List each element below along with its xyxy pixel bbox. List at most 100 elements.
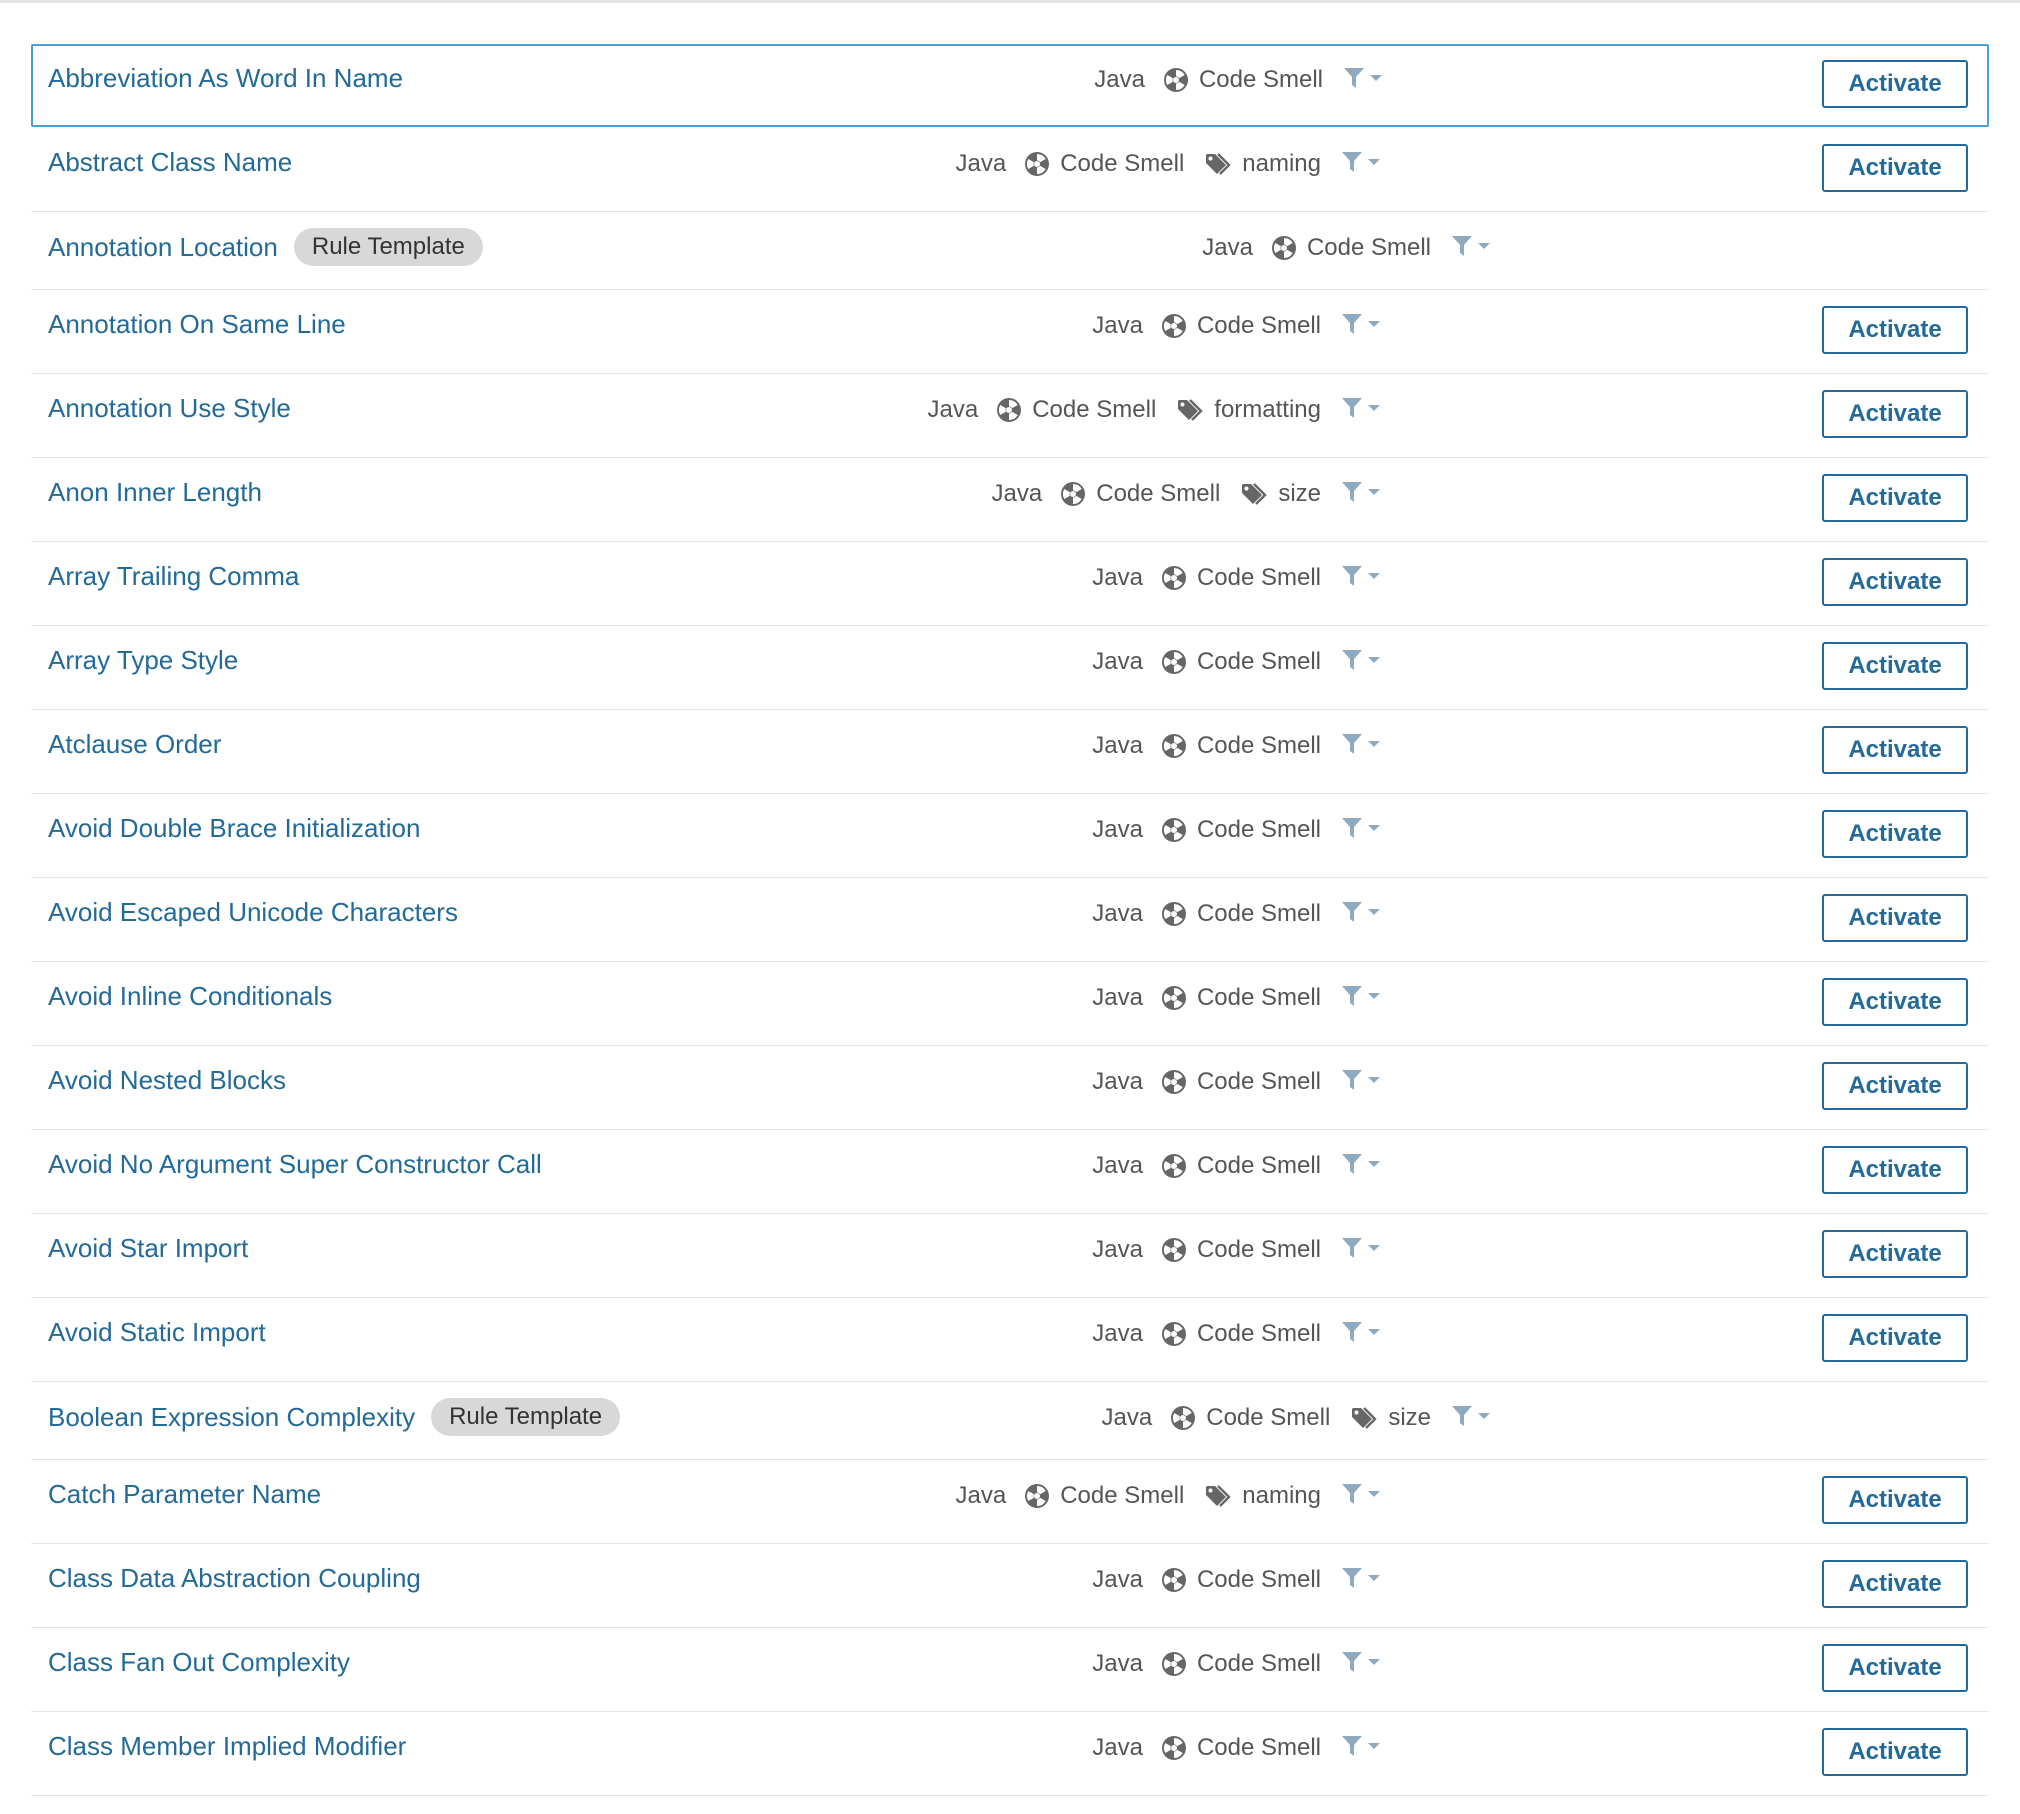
similar-rules-filter-button[interactable] [1341, 1068, 1381, 1092]
rule-title-link[interactable]: Class Member Implied Modifier [48, 1728, 406, 1764]
activate-button[interactable]: Activate [1822, 1560, 1968, 1608]
activate-button[interactable]: Activate [1822, 474, 1968, 522]
filter-icon [1341, 564, 1363, 588]
rule-row[interactable]: Array Trailing Comma Java Code Smell Activa… [31, 542, 1989, 626]
rule-row[interactable]: Abbreviation As Word In Name Java Code Sme… [31, 44, 1989, 127]
rule-title-link[interactable]: Avoid Escaped Unicode Characters [48, 894, 458, 930]
rule-row[interactable]: Annotation On Same Line Java Code Smell Act… [31, 290, 1989, 374]
activate-button[interactable]: Activate [1822, 978, 1968, 1026]
rule-meta: Java Code Smell [1092, 816, 1321, 844]
rule-row[interactable]: Catch Parameter Name Java Code Smell naming… [31, 1460, 1989, 1544]
similar-rules-filter-button[interactable] [1343, 66, 1383, 90]
activate-button[interactable]: Activate [1822, 1728, 1968, 1776]
rule-title-link[interactable]: Boolean Expression Complexity [48, 1399, 415, 1435]
rule-title-link[interactable]: Array Type Style [48, 642, 238, 678]
similar-rules-filter-button[interactable] [1341, 984, 1381, 1008]
rule-row[interactable]: Boolean Expression Complexity Rule Templa… [31, 1382, 1989, 1460]
rule-title-link[interactable]: Avoid No Argument Super Constructor Call [48, 1146, 542, 1182]
rule-title-link[interactable]: Annotation Location [48, 229, 278, 265]
activate-button[interactable]: Activate [1822, 144, 1968, 192]
activate-button[interactable]: Activate [1822, 726, 1968, 774]
rule-tag[interactable]: naming [1242, 1482, 1321, 1510]
activate-button[interactable]: Activate [1822, 1314, 1968, 1362]
rule-title-link[interactable]: Abbreviation As Word In Name [48, 60, 403, 96]
similar-rules-filter-button[interactable] [1341, 564, 1381, 588]
similar-rules-filter-button[interactable] [1341, 150, 1381, 174]
similar-rules-filter-button[interactable] [1341, 732, 1381, 756]
activate-button[interactable]: Activate [1822, 642, 1968, 690]
rule-row[interactable]: Anon Inner Length Java Code Smell size Activ… [31, 458, 1989, 542]
activate-button[interactable]: Activate [1822, 60, 1968, 108]
rule-title-link[interactable]: Catch Parameter Name [48, 1476, 321, 1512]
similar-rules-filter-button[interactable] [1341, 648, 1381, 672]
rule-row[interactable]: Abstract Class Name Java Code Smell naming A… [31, 128, 1989, 212]
similar-rules-filter-button[interactable] [1341, 396, 1381, 420]
activate-button[interactable]: Activate [1822, 894, 1968, 942]
rule-title-link[interactable]: Atclause Order [48, 726, 221, 762]
rule-title-link[interactable]: Avoid Star Import [48, 1230, 248, 1266]
activate-button[interactable]: Activate [1822, 390, 1968, 438]
rule-row[interactable]: Array Type Style Java Code Smell Activate [31, 626, 1989, 710]
activate-button[interactable]: Activate [1822, 1230, 1968, 1278]
activate-button[interactable]: Activate [1822, 1062, 1968, 1110]
rule-row[interactable]: Avoid Star Import Java Code Smell Activate [31, 1214, 1989, 1298]
rule-title-link[interactable]: Abstract Class Name [48, 144, 292, 180]
rule-meta: Java Code Smell size [992, 480, 1321, 508]
chevron-down-icon [1367, 488, 1381, 496]
rule-row[interactable]: Avoid Static Import Java Code Smell Activat… [31, 1298, 1989, 1382]
rule-row[interactable]: Avoid No Argument Super Constructor Call… [31, 1130, 1989, 1214]
rule-tag[interactable]: naming [1242, 150, 1321, 178]
rule-language: Java [1092, 1068, 1143, 1095]
rule-title-link[interactable]: Annotation Use Style [48, 390, 291, 426]
rule-row[interactable]: Annotation Location Rule Template Java Code… [31, 212, 1989, 290]
chevron-down-icon [1477, 242, 1491, 250]
rule-row[interactable]: Class Data Abstraction Coupling Java Code … [31, 1544, 1989, 1628]
similar-rules-filter-button[interactable] [1451, 1404, 1491, 1428]
rule-title-link[interactable]: Avoid Inline Conditionals [48, 978, 332, 1014]
filter-icon [1341, 1482, 1363, 1506]
rule-meta: Java Code Smell [1092, 984, 1321, 1012]
rule-row[interactable]: Class Member Implied Modifier Java Code Sm… [31, 1712, 1989, 1796]
similar-rules-filter-button[interactable] [1341, 1650, 1381, 1674]
rule-row[interactable]: Avoid Nested Blocks Java Code Smell Activat… [31, 1046, 1989, 1130]
rule-title-link[interactable]: Avoid Double Brace Initialization [48, 810, 420, 846]
rule-tag[interactable]: size [1278, 480, 1321, 508]
rule-row[interactable]: Atclause Order Java Code Smell Activate [31, 710, 1989, 794]
activate-button[interactable]: Activate [1822, 1146, 1968, 1194]
activate-button[interactable]: Activate [1822, 810, 1968, 858]
activate-button[interactable]: Activate [1822, 1476, 1968, 1524]
rule-type: Code Smell [1196, 1320, 1321, 1347]
rule-row[interactable]: Avoid Double Brace Initialization Java Cod… [31, 794, 1989, 878]
rule-title-link[interactable]: Array Trailing Comma [48, 558, 299, 594]
rule-meta: Java Code Smell [1092, 312, 1321, 340]
activate-button[interactable]: Activate [1822, 558, 1968, 606]
similar-rules-filter-button[interactable] [1341, 312, 1381, 336]
rule-title-link[interactable]: Avoid Nested Blocks [48, 1062, 286, 1098]
rule-tag[interactable]: formatting [1214, 396, 1321, 424]
rule-title-link[interactable]: Anon Inner Length [48, 474, 262, 510]
similar-rules-filter-button[interactable] [1341, 1566, 1381, 1590]
code-smell-icon [1161, 649, 1187, 675]
rule-row[interactable]: Avoid Escaped Unicode Characters Java Code… [31, 878, 1989, 962]
rule-row[interactable]: Class Fan Out Complexity Java Code Smell Ac… [31, 1628, 1989, 1712]
activate-button[interactable]: Activate [1822, 1644, 1968, 1692]
similar-rules-filter-button[interactable] [1341, 900, 1381, 924]
code-smell-icon [1161, 565, 1187, 591]
rule-row[interactable]: Annotation Use Style Java Code Smell format… [31, 374, 1989, 458]
filter-icon [1451, 234, 1473, 258]
similar-rules-filter-button[interactable] [1451, 234, 1491, 258]
rule-title-link[interactable]: Annotation On Same Line [48, 306, 346, 342]
rule-title-link[interactable]: Class Data Abstraction Coupling [48, 1560, 421, 1596]
rule-tag[interactable]: size [1388, 1404, 1431, 1432]
rule-title-link[interactable]: Avoid Static Import [48, 1314, 266, 1350]
rule-row[interactable]: Avoid Inline Conditionals Java Code Smell A… [31, 962, 1989, 1046]
similar-rules-filter-button[interactable] [1341, 816, 1381, 840]
activate-button[interactable]: Activate [1822, 306, 1968, 354]
similar-rules-filter-button[interactable] [1341, 1236, 1381, 1260]
rule-title-link[interactable]: Class Fan Out Complexity [48, 1644, 350, 1680]
similar-rules-filter-button[interactable] [1341, 1152, 1381, 1176]
similar-rules-filter-button[interactable] [1341, 1482, 1381, 1506]
similar-rules-filter-button[interactable] [1341, 1320, 1381, 1344]
similar-rules-filter-button[interactable] [1341, 480, 1381, 504]
similar-rules-filter-button[interactable] [1341, 1734, 1381, 1758]
